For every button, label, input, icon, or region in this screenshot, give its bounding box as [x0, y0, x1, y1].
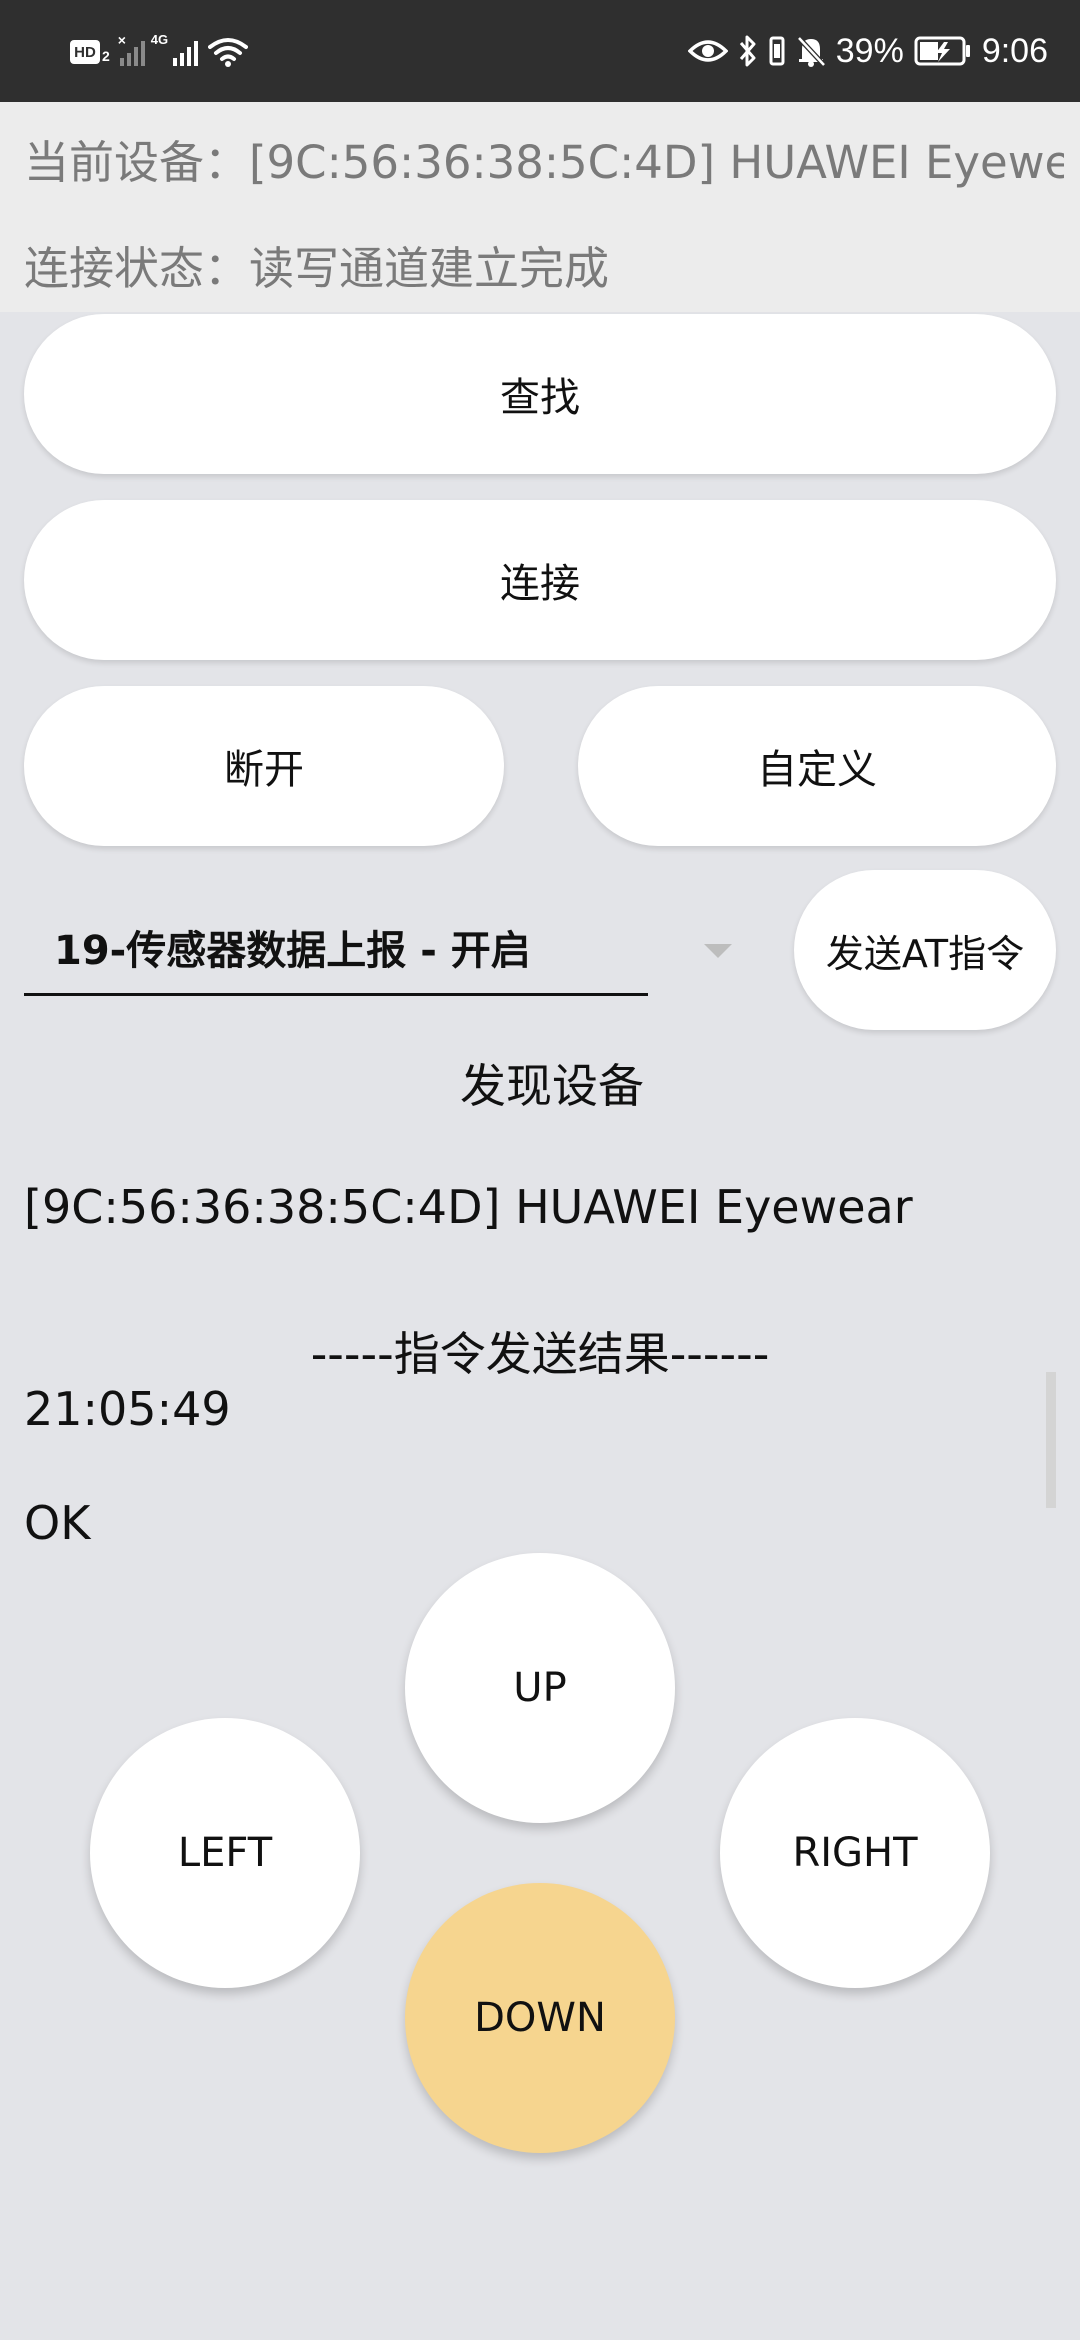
connection-status-text: 连接状态：读写通道建立完成: [24, 242, 610, 295]
command-select[interactable]: 19-传感器数据上报 - 开启: [24, 900, 648, 996]
hd-sub-label: 2: [102, 48, 110, 64]
network-type-label: 4G: [150, 32, 169, 47]
status-left-icons: HD 2 × 4G: [70, 32, 248, 67]
mute-bell-icon: [796, 36, 826, 67]
clock: 9:06: [981, 31, 1048, 70]
discovered-devices-title: 发现设备: [460, 1059, 644, 1113]
command-result-title: -----指令发送结果------: [310, 1327, 770, 1381]
send-at-command-button[interactable]: 发送AT指令: [794, 870, 1056, 1030]
hd-label: HD: [70, 40, 100, 64]
result-response: OK: [24, 1496, 91, 1550]
wifi-icon: [207, 38, 248, 67]
left-button[interactable]: LEFT: [90, 1718, 360, 1988]
up-button[interactable]: UP: [405, 1553, 675, 1823]
bluetooth-icon: [739, 35, 756, 67]
command-select-value: 19-传感器数据上报 - 开启: [54, 927, 531, 974]
signal-no-sim-icon: ×: [118, 32, 145, 66]
battery-percent: 39%: [835, 31, 904, 70]
right-button[interactable]: RIGHT: [720, 1718, 990, 1988]
hd-icon: HD 2: [70, 40, 110, 64]
custom-button[interactable]: 自定义: [578, 686, 1056, 846]
result-scrollbar[interactable]: [1046, 1372, 1056, 1508]
device-info-panel: 当前设备：[9C:56:36:38:5C:4D] HUAWEI Eyewe.. …: [0, 102, 1080, 312]
disconnect-button[interactable]: 断开: [24, 686, 504, 846]
signal-4g-icon: 4G: [151, 32, 198, 66]
vibrate-icon: [769, 36, 785, 66]
dropdown-arrow-icon[interactable]: [704, 944, 732, 958]
result-timestamp: 21:05:49: [24, 1382, 231, 1436]
status-bar: HD 2 × 4G 39% 9:06: [0, 0, 1080, 102]
battery-saver-icon: [914, 36, 970, 66]
device-list-item[interactable]: [9C:56:36:38:5C:4D] HUAWEI Eyewear: [24, 1180, 913, 1234]
current-device-text: 当前设备：[9C:56:36:38:5C:4D] HUAWEI Eyewe..: [24, 136, 1064, 189]
down-button[interactable]: DOWN: [405, 1883, 675, 2153]
find-button[interactable]: 查找: [24, 314, 1056, 474]
eye-icon: [687, 40, 728, 62]
status-right-icons: 39% 9:06: [687, 30, 1048, 72]
connect-button[interactable]: 连接: [24, 500, 1056, 660]
